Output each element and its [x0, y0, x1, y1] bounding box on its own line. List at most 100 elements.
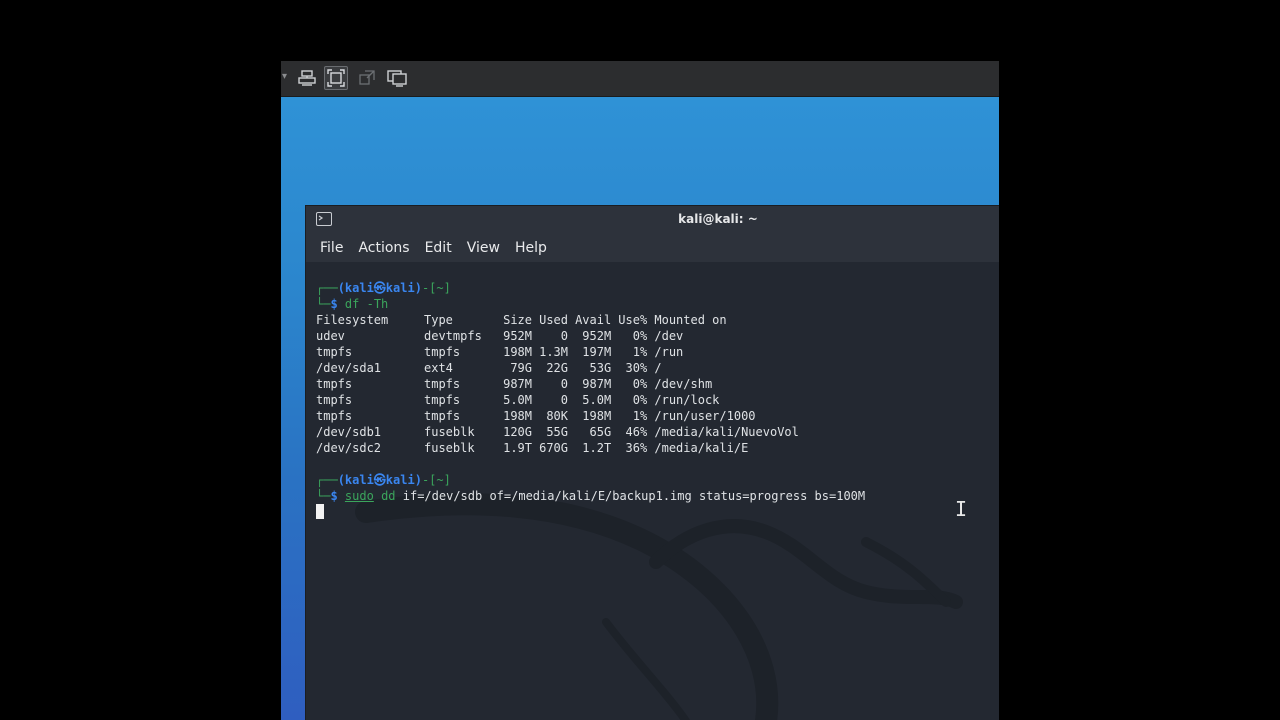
df-cell: 79G [510, 361, 532, 375]
df-cell: tmpfs [424, 345, 461, 359]
command-line: └─$ sudo dd if=/dev/sdb of=/media/kali/E… [316, 488, 865, 504]
df-cell: 22G [546, 361, 568, 375]
terminal-window[interactable]: kali@kali: ~ File Actions Edit View Help… [305, 205, 999, 720]
df-cell: 0% [632, 377, 648, 391]
df-row: /dev/sda1 ext4 79G 22G 53G 30% / [316, 360, 865, 376]
terminal-menubar: File Actions Edit View Help [306, 234, 999, 262]
terminal-text: ┌──(kali㉿kali)-[~] └─$ df -Th Filesystem Ty… [316, 280, 865, 520]
prompt-corner-bottom: └─ [316, 489, 331, 503]
df-cell: 1.9T [503, 441, 532, 455]
df-cell: 5.0M [582, 393, 612, 407]
df-cell: fuseblk [424, 425, 475, 439]
send-keys-icon [298, 70, 316, 86]
df-cell: 197M [582, 345, 612, 359]
df-cell: Type [424, 313, 453, 327]
prompt-corner-bottom: └─ [316, 297, 331, 311]
desktop-background: kali@kali: ~ File Actions Edit View Help… [281, 97, 999, 720]
command-dd: dd [381, 489, 396, 503]
send-keys-button[interactable] [295, 66, 319, 90]
df-row: /dev/sdc2 fuseblk 1.9T 670G 1.2T 36% /media/ka… [316, 440, 865, 456]
df-cell: 36% [625, 441, 648, 455]
df-cell: 198M [582, 409, 612, 423]
df-cell: 1% [632, 409, 648, 423]
df-cell: tmpfs [424, 409, 461, 423]
menu-view[interactable]: View [467, 240, 500, 256]
df-row: tmpfs tmpfs 198M 1.3M 197M 1% /run [316, 344, 865, 360]
df-cell: Mounted on [654, 313, 727, 327]
df-cell: /run/lock [654, 393, 720, 407]
df-cell: 0 [560, 329, 568, 343]
df-row: tmpfs tmpfs 5.0M 0 5.0M 0% /run/lock [316, 392, 865, 408]
df-cell: 987M [503, 377, 532, 391]
df-cell: 55G [546, 425, 568, 439]
df-cell: / [654, 361, 662, 375]
df-cell: ext4 [424, 361, 453, 375]
df-cell: Avail [575, 313, 612, 327]
prompt-dollar: $ [330, 297, 338, 311]
menu-edit[interactable]: Edit [425, 240, 452, 256]
terminal-cursor [316, 504, 324, 519]
window-title: kali@kali: ~ [678, 212, 758, 226]
df-cell: tmpfs [316, 345, 353, 359]
df-cell: 198M [503, 409, 532, 423]
df-cell: 53G [589, 361, 612, 375]
df-cell: 952M [582, 329, 612, 343]
df-cell: 0 [560, 393, 568, 407]
df-cell: /media/kali/E [654, 441, 749, 455]
df-row: tmpfs tmpfs 198M 80K 198M 1% /run/user/1000 [316, 408, 865, 424]
prompt-dollar: $ [330, 489, 338, 503]
df-cell: 30% [625, 361, 648, 375]
df-cell: 1.3M [539, 345, 568, 359]
prompt-line: ┌──(kali㉿kali)-[~] [316, 472, 865, 488]
prompt-corner-top: ┌── [316, 473, 338, 487]
console-view-button[interactable] [385, 66, 409, 90]
df-cell: /run [654, 345, 684, 359]
vm-toolbar: ▾ [281, 61, 999, 97]
command-text: df -Th [344, 297, 389, 311]
df-row: /dev/sdb1 fuseblk 120G 55G 65G 46% /media/kali… [316, 424, 865, 440]
df-cell: 80K [546, 409, 568, 423]
df-cell: Size [503, 313, 532, 327]
command-line: └─$ df -Th [316, 296, 865, 312]
df-row: tmpfs tmpfs 987M 0 987M 0% /dev/shm [316, 376, 865, 392]
df-cell: devtmpfs [424, 329, 482, 343]
menu-file[interactable]: File [320, 240, 343, 256]
df-cell: /dev/sda1 [316, 361, 382, 375]
df-cell: 0% [632, 393, 648, 407]
prompt-user-host: (kali㉿kali) [337, 473, 422, 487]
terminal-titlebar[interactable]: kali@kali: ~ [306, 206, 999, 234]
df-cell: 120G [503, 425, 532, 439]
df-cell: 65G [589, 425, 612, 439]
df-cell: 5.0M [503, 393, 532, 407]
fit-guest-button[interactable] [324, 66, 348, 90]
menu-actions[interactable]: Actions [358, 240, 409, 256]
fit-guest-icon [327, 69, 345, 87]
cursor-line [316, 504, 865, 520]
unity-mode-button[interactable] [355, 66, 379, 90]
menu-help[interactable]: Help [515, 240, 547, 256]
prompt-user-host: (kali㉿kali) [337, 281, 422, 295]
df-cell: 0% [632, 329, 648, 343]
vm-display: ▾ kali@kali: ~ File Actions Edit View He… [281, 61, 999, 720]
df-cell: Use% [618, 313, 648, 327]
toolbar-dropdown-arrow[interactable]: ▾ [282, 71, 287, 82]
command-sudo: sudo [344, 489, 374, 503]
df-row: udev devtmpfs 952M 0 952M 0% /dev [316, 328, 865, 344]
prompt-directory: [~] [429, 281, 451, 295]
df-cell: tmpfs [424, 393, 461, 407]
df-cell: 987M [582, 377, 612, 391]
console-view-icon [387, 70, 407, 87]
df-cell: 1% [632, 345, 648, 359]
terminal-output[interactable]: ┌──(kali㉿kali)-[~] └─$ df -Th Filesystem Ty… [306, 262, 999, 720]
text-cursor-ibeam-icon: I [955, 497, 968, 521]
df-cell: tmpfs [316, 377, 353, 391]
df-cell: /media/kali/NuevoVol [654, 425, 799, 439]
df-cell: 0 [560, 377, 568, 391]
df-cell: Filesystem [316, 313, 389, 327]
df-cell: /dev [654, 329, 684, 343]
df-cell: 198M [503, 345, 532, 359]
df-cell: tmpfs [424, 377, 461, 391]
df-cell: tmpfs [316, 393, 353, 407]
df-cell: /dev/sdc2 [316, 441, 382, 455]
